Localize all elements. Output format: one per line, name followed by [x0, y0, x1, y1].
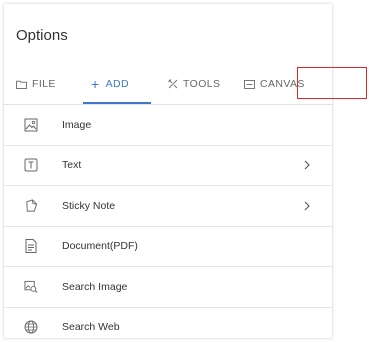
list-item-label: Document(PDF)	[62, 240, 138, 253]
globe-icon	[24, 320, 38, 334]
add-options-list: Image Text Sticky Note Document(PDF) Sea…	[4, 105, 332, 338]
tab-canvas[interactable]: CANVAS	[244, 64, 305, 104]
tab-file[interactable]: FILE	[16, 64, 56, 104]
list-item-document-pdf[interactable]: Document(PDF)	[4, 227, 332, 267]
tab-bar: FILE + ADD TOOLS CANVAS	[4, 64, 332, 105]
document-icon	[24, 239, 38, 254]
tab-add[interactable]: + ADD	[91, 64, 129, 104]
tab-tools-label: TOOLS	[183, 78, 221, 90]
folder-icon	[16, 80, 27, 89]
list-item-label: Sticky Note	[62, 199, 116, 212]
list-item-label: Text	[62, 159, 82, 172]
search-image-icon	[24, 280, 38, 294]
list-item-label: Search Image	[62, 280, 128, 293]
list-item-search-web[interactable]: Search Web	[4, 308, 332, 339]
options-panel: Options FILE + ADD TOOLS CANVAS Image Te…	[4, 4, 332, 338]
list-item-image[interactable]: Image	[4, 105, 332, 146]
tab-add-label: ADD	[105, 78, 129, 90]
tab-file-label: FILE	[32, 78, 56, 90]
canvas-icon	[244, 79, 255, 89]
image-icon	[24, 118, 38, 132]
chevron-right-icon	[304, 201, 310, 211]
text-icon	[24, 158, 38, 172]
highlight-box	[297, 67, 367, 99]
list-item-label: Search Web	[62, 321, 120, 334]
list-item-search-image[interactable]: Search Image	[4, 267, 332, 308]
active-tab-indicator	[83, 102, 151, 104]
plus-icon: +	[91, 76, 100, 92]
list-item-label: Image	[62, 118, 92, 131]
list-item-text[interactable]: Text	[4, 146, 332, 186]
list-item-sticky-note[interactable]: Sticky Note	[4, 186, 332, 227]
tab-tools[interactable]: TOOLS	[168, 64, 220, 104]
panel-title: Options	[16, 27, 68, 44]
chevron-right-icon	[304, 160, 310, 170]
tools-icon	[168, 79, 178, 89]
sticky-note-icon	[24, 199, 38, 213]
